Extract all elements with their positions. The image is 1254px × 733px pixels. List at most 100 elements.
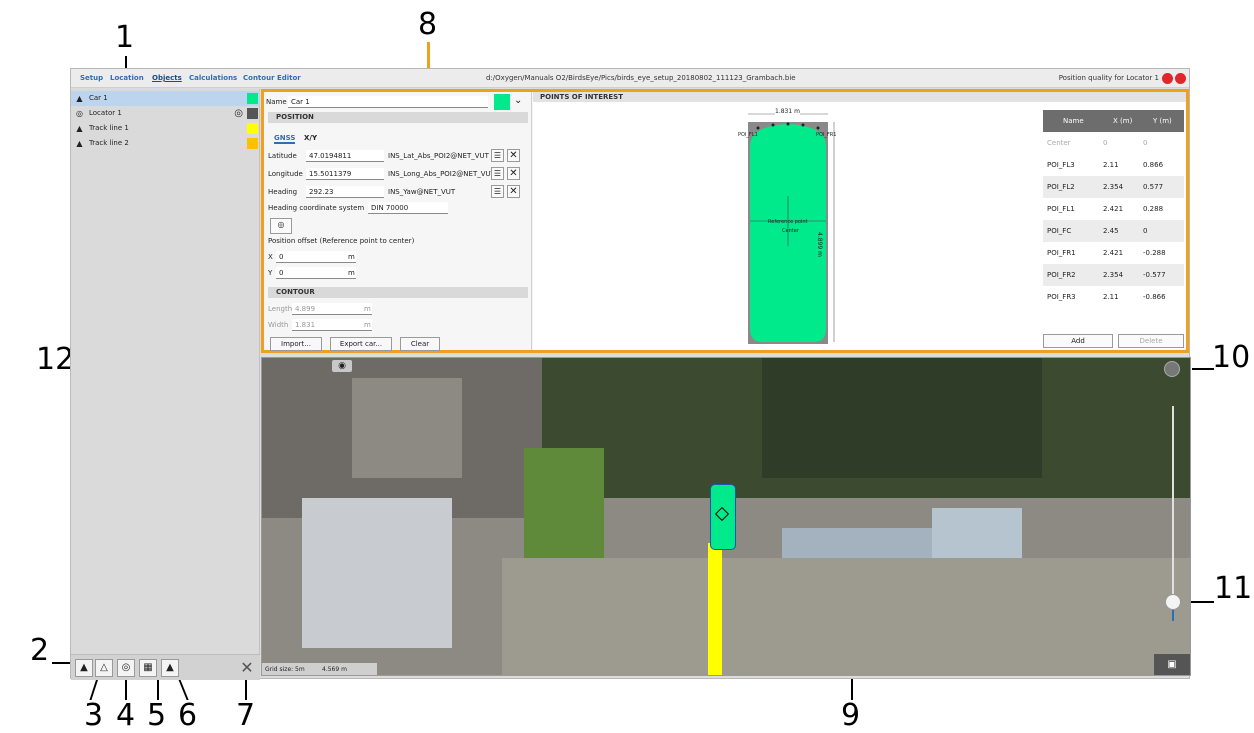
tab-calculations[interactable]: Calculations: [189, 69, 237, 88]
poi-name: POI_FC: [1047, 227, 1072, 235]
heading-list-button[interactable]: ☰: [491, 185, 504, 198]
poi-x: 2.421: [1103, 249, 1124, 257]
add-track-line-button[interactable]: ▲: [161, 659, 179, 677]
longitude-clear-button[interactable]: ✕: [507, 167, 520, 180]
poi-x: 0: [1103, 139, 1108, 147]
object-label: Locator 1: [89, 109, 122, 117]
poi-marker: [771, 123, 775, 127]
latitude-clear-button[interactable]: ✕: [507, 149, 520, 162]
length-unit: m: [364, 305, 371, 313]
add-road-button[interactable]: ▦: [139, 659, 157, 677]
object-color-swatch[interactable]: [247, 108, 258, 119]
locator-icon: ◎: [121, 662, 131, 673]
car-icon: ▲: [80, 662, 88, 673]
delete-object-button[interactable]: ✕: [238, 657, 256, 679]
tab-gnss[interactable]: GNSS: [274, 134, 296, 144]
callout-3: 3: [84, 698, 104, 733]
heading-clear-button[interactable]: ✕: [507, 185, 520, 198]
offset-x-input[interactable]: 0: [276, 251, 356, 263]
poi-x: 2.421: [1103, 205, 1124, 213]
width-dimension-label: 1.831 m: [775, 108, 800, 115]
grid-size-bar: Grid size: 5m 4.569 m: [262, 663, 377, 675]
locate-target-icon[interactable]: ◎: [234, 106, 243, 121]
poi-y: 0.288: [1143, 205, 1164, 213]
latitude-channel: INS_Lat_Abs_POI2@NET_VUT: [388, 152, 489, 160]
longitude-label: Longitude: [268, 170, 303, 178]
visibility-eye-icon[interactable]: ◉: [332, 360, 352, 372]
poi-table-header: Name X (m) Y (m): [1043, 110, 1184, 132]
poi-marker: [816, 126, 820, 130]
object-color-swatch[interactable]: [247, 93, 258, 104]
export-car-button[interactable]: Export car...: [330, 337, 392, 351]
object-settings: Name Car 1 ⌄ POSITION GNSS X/Y Latitude …: [264, 92, 532, 351]
object-color-swatch[interactable]: [247, 138, 258, 149]
car-color-button[interactable]: [494, 94, 510, 110]
latitude-input[interactable]: 47.0194811: [306, 150, 384, 162]
poi-y: -0.577: [1143, 271, 1166, 279]
offset-y-input[interactable]: 0: [276, 267, 356, 279]
quality-indicator-1: [1162, 73, 1173, 84]
table-row[interactable]: POI_FR3 2.11 -0.866: [1043, 286, 1184, 308]
tab-objects[interactable]: Objects: [152, 69, 182, 88]
longitude-channel: INS_Long_Abs_POI2@NET_VUT: [388, 170, 495, 178]
object-properties-panel: Name Car 1 ⌄ POSITION GNSS X/Y Latitude …: [261, 89, 1189, 353]
car-contour-diagram: [748, 113, 835, 344]
table-row[interactable]: POI_FL2 2.354 0.577: [1043, 176, 1184, 198]
object-color-swatch[interactable]: [247, 123, 258, 134]
tab-location[interactable]: Location: [110, 69, 144, 88]
add-poi-button[interactable]: △: [95, 659, 113, 677]
poi-name: POI_FR3: [1047, 293, 1076, 301]
latitude-list-button[interactable]: ☰: [491, 149, 504, 162]
table-row[interactable]: POI_FR1 2.421 -0.288: [1043, 242, 1184, 264]
table-row[interactable]: POI_FL1 2.421 0.288: [1043, 198, 1184, 220]
tab-xy[interactable]: X/Y: [304, 134, 317, 142]
quality-indicator-2: [1175, 73, 1186, 84]
zoom-slider-track[interactable]: [1172, 406, 1174, 621]
delete-poi-button[interactable]: Delete: [1118, 334, 1184, 348]
object-row-locator[interactable]: ◎ Locator 1 ◎: [71, 106, 260, 121]
table-row[interactable]: POI_FL3 2.11 0.866: [1043, 154, 1184, 176]
track-line-icon: ▲: [76, 124, 83, 133]
locate-position-button[interactable]: ◎: [270, 218, 292, 234]
heading-label: Heading: [268, 188, 298, 196]
table-row[interactable]: POI_FC 2.45 0: [1043, 220, 1184, 242]
longitude-input[interactable]: 15.5011379: [306, 168, 384, 180]
object-row-track-line-1[interactable]: ▲ Track line 1: [71, 121, 260, 136]
clear-button[interactable]: Clear: [400, 337, 440, 351]
chevron-down-icon[interactable]: ⌄: [514, 95, 522, 106]
tab-contour-editor[interactable]: Contour Editor: [243, 69, 301, 88]
poi-table: Name X (m) Y (m) Center 0 0 POI_FL3 2.11…: [1043, 110, 1184, 308]
object-row-car[interactable]: ▲ Car 1: [71, 91, 260, 106]
object-row-track-line-2[interactable]: ▲ Track line 2: [71, 136, 260, 151]
object-label: Track line 2: [89, 139, 129, 147]
heading-input[interactable]: 292.23: [306, 186, 384, 198]
contour-section-header: CONTOUR: [268, 287, 528, 298]
list-icon: ☰: [493, 169, 502, 178]
fit-view-button[interactable]: ▣: [1154, 654, 1190, 675]
offset-y-label: Y: [268, 269, 273, 277]
add-poi-button[interactable]: Add: [1043, 334, 1113, 348]
offset-x-unit: m: [348, 253, 355, 261]
grid-size-label: Grid size: 5m: [265, 666, 305, 673]
width-input[interactable]: 1.831: [292, 319, 372, 331]
add-car-button[interactable]: ▲: [75, 659, 93, 677]
map-view[interactable]: ◉ ▣ Grid size: 5m 4.569 m: [261, 357, 1191, 676]
table-row[interactable]: Center 0 0: [1043, 132, 1184, 154]
heading-cs-select[interactable]: DIN 70000: [368, 202, 448, 214]
longitude-list-button[interactable]: ☰: [491, 167, 504, 180]
poi-y: -0.866: [1143, 293, 1166, 301]
length-input[interactable]: 4.899: [292, 303, 372, 315]
add-locator-button[interactable]: ◎: [117, 659, 135, 677]
poi-name: POI_FL2: [1047, 183, 1075, 191]
name-input[interactable]: Car 1: [288, 96, 488, 108]
close-icon: ✕: [240, 658, 254, 677]
tab-setup[interactable]: Setup: [80, 69, 103, 88]
compass-icon[interactable]: [1164, 361, 1180, 377]
callout-12: 12: [36, 342, 75, 377]
zoom-slider-handle[interactable]: [1165, 594, 1181, 610]
reference-point-label: Reference point: [768, 219, 808, 225]
table-row[interactable]: POI_FR2 2.354 -0.577: [1043, 264, 1184, 286]
poi-label-fr: POI_FR1: [816, 132, 837, 138]
import-button[interactable]: Import...: [270, 337, 322, 351]
offset-x-label: X: [268, 253, 273, 261]
